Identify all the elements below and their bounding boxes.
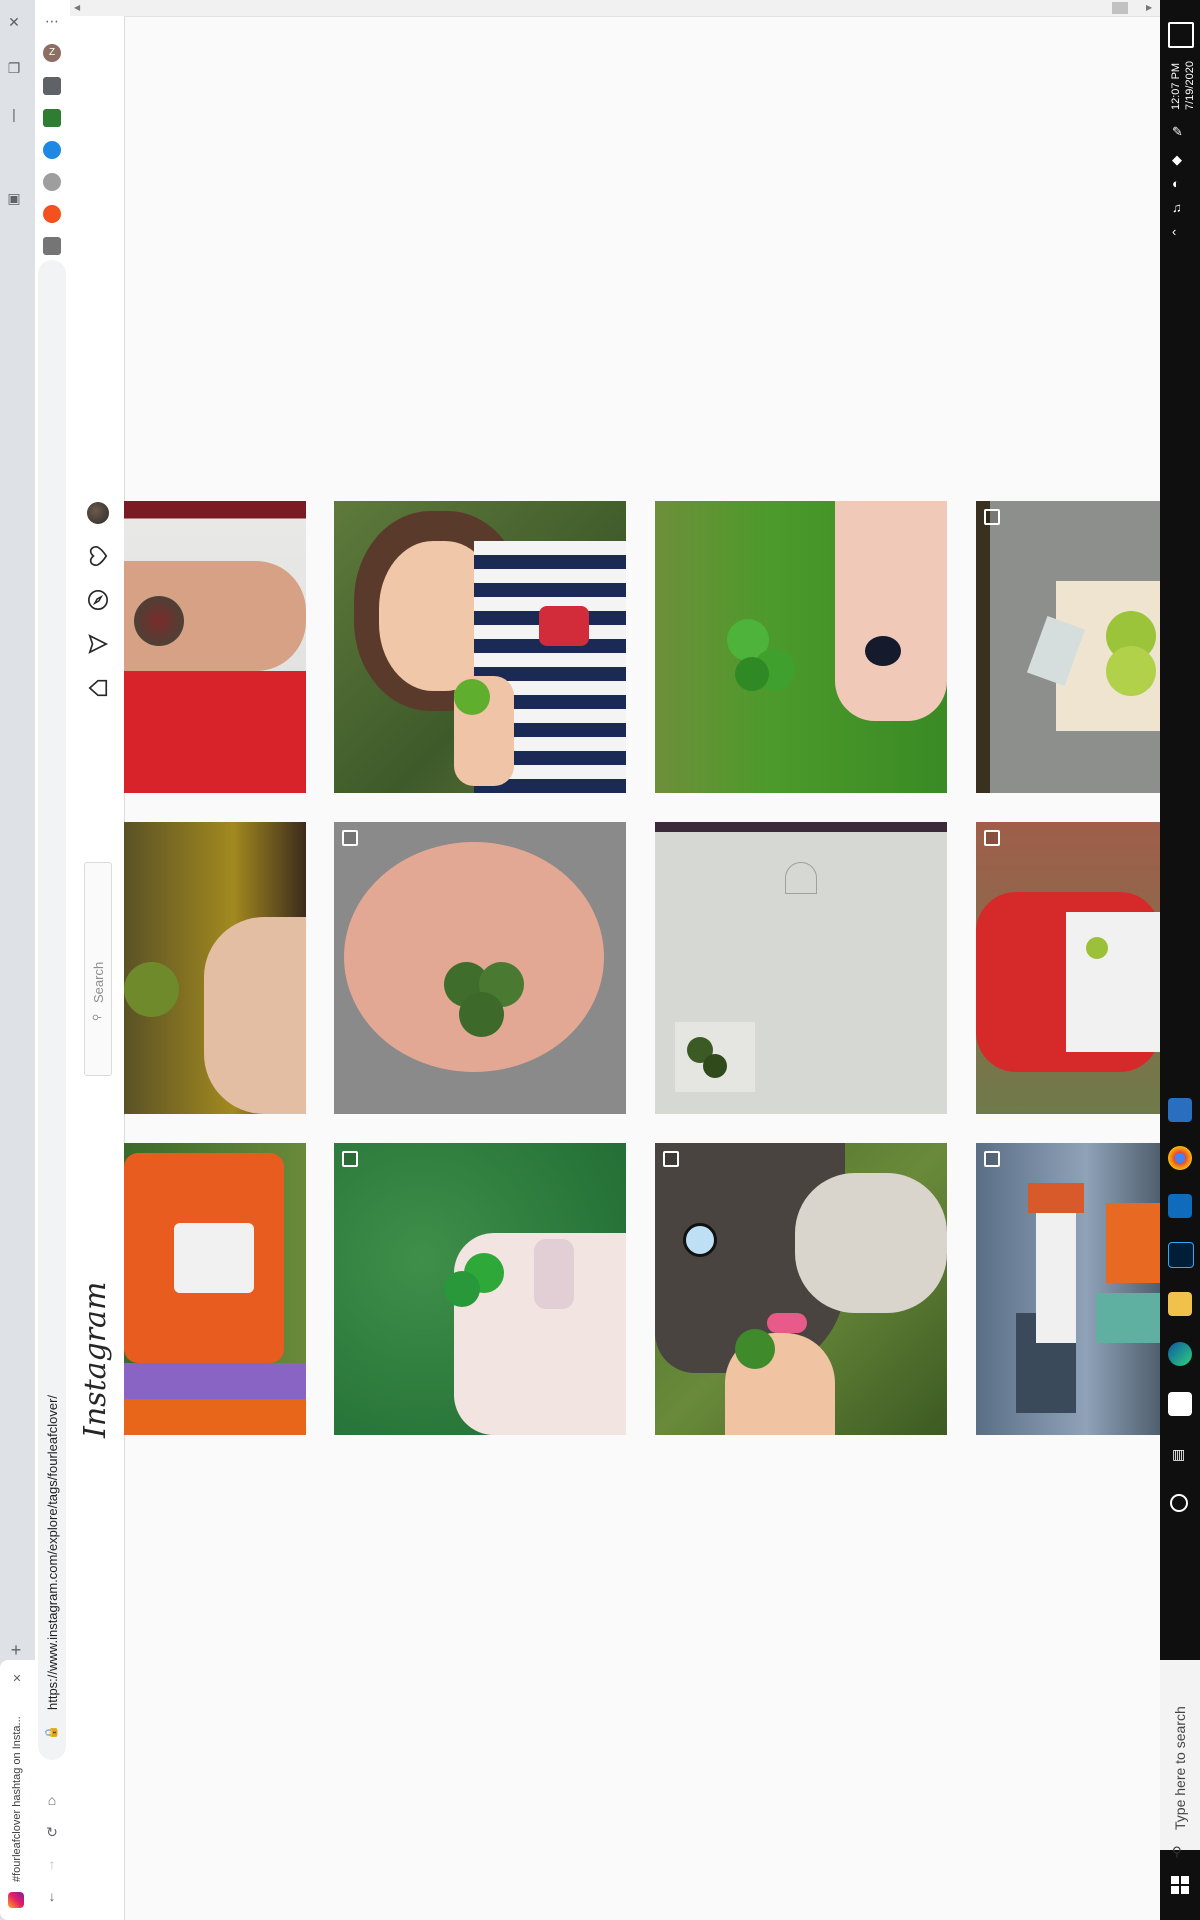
photoshop-icon[interactable]: [1168, 1242, 1194, 1268]
windows-taskbar: 12:07 PM 7/19/2020 ✎ ◆ ◐ ♫ ‹ ▥: [1160, 0, 1200, 1920]
chevron-up-icon[interactable]: ‹: [1172, 224, 1176, 239]
tattoo-art: [134, 596, 184, 646]
extension-g-icon[interactable]: [43, 237, 61, 255]
post-clover-art[interactable]: [976, 501, 1160, 793]
scroll-right-icon[interactable]: ▶: [1146, 3, 1152, 12]
post-clover-grass[interactable]: [655, 501, 947, 793]
taskbar-search-icon: ⚲: [1172, 1844, 1182, 1859]
task-view-icon[interactable]: ▥: [1172, 1446, 1185, 1463]
post-lighthouse[interactable]: [976, 1143, 1160, 1435]
extension-chart-icon[interactable]: [43, 109, 61, 127]
multiple-posts-icon: [984, 509, 1000, 525]
volume-icon[interactable]: ♫: [1172, 200, 1182, 215]
post-girl-clover[interactable]: [334, 501, 626, 793]
address-bar[interactable]: 🔒 https://www.instagram.com/explore/tags…: [38, 260, 66, 1760]
outlook-icon[interactable]: [1168, 1194, 1192, 1218]
multiple-posts-icon: [984, 1151, 1000, 1167]
scroll-left-icon[interactable]: ◀: [74, 3, 80, 12]
clock-date[interactable]: 7/19/2020: [1184, 61, 1196, 110]
tab-active[interactable]: #fourleafclover hashtag on Insta... ✕: [0, 1660, 35, 1920]
multiple-posts-icon: [984, 830, 1000, 846]
back-icon[interactable]: ↓: [40, 1884, 64, 1908]
close-window-icon[interactable]: ✕: [2, 10, 26, 34]
home-icon[interactable]: ⌂: [40, 1788, 64, 1812]
post-husky[interactable]: [655, 1143, 947, 1435]
extensions-icon[interactable]: [43, 77, 61, 95]
profile-avatar-icon[interactable]: Z: [43, 44, 61, 62]
clock-time[interactable]: 12:07 PM: [1170, 63, 1182, 110]
search-placeholder: Search: [91, 961, 106, 1003]
settings-app-icon[interactable]: [1168, 1098, 1192, 1122]
pen-icon[interactable]: ✎: [1172, 124, 1183, 140]
tab-strip: ✕ ❐ | ▣ #fourleafclover hashtag on Insta…: [0, 0, 35, 1920]
post-hand-clover[interactable]: [124, 822, 306, 1114]
extension-orange-icon[interactable]: [43, 205, 61, 223]
search-input[interactable]: Search ⚲: [84, 862, 112, 1076]
post-shoulder-tattoo[interactable]: [334, 822, 626, 1114]
reload-icon[interactable]: ↻: [40, 1820, 64, 1844]
post-chainsaw[interactable]: [124, 1143, 306, 1435]
heart-icon[interactable]: [85, 543, 111, 569]
compass-icon[interactable]: [85, 587, 111, 613]
scroll-thumb[interactable]: [1112, 2, 1128, 14]
cortana-icon[interactable]: [1170, 1494, 1188, 1512]
url-text[interactable]: https://www.instagram.com/explore/tags/f…: [45, 1395, 60, 1710]
multiple-posts-icon: [663, 1151, 679, 1167]
multiple-posts-icon: [342, 1151, 358, 1167]
action-center-icon[interactable]: [1168, 22, 1194, 48]
instagram-favicon-icon: [8, 1892, 24, 1908]
menu-icon[interactable]: ⋯: [40, 9, 64, 33]
home-nav-icon[interactable]: [85, 675, 111, 701]
chrome-icon[interactable]: [1168, 1146, 1192, 1170]
forward-icon[interactable]: ↑: [40, 1852, 64, 1876]
network-icon[interactable]: ◐: [1172, 176, 1180, 191]
multiple-posts-icon: [342, 830, 358, 846]
post-arm-tattoo[interactable]: [124, 501, 306, 793]
restore-window-icon[interactable]: ❐: [2, 56, 26, 80]
minimize-window-icon[interactable]: |: [2, 102, 26, 126]
tab-search-icon[interactable]: ▣: [2, 186, 26, 210]
instagram-logo[interactable]: Instagram: [78, 1282, 113, 1438]
extension-blue-icon[interactable]: [43, 141, 61, 159]
taskbar-search-placeholder: Type here to search: [1172, 1706, 1188, 1830]
dropbox-icon[interactable]: ◆: [1172, 152, 1182, 168]
store-icon[interactable]: [1168, 1392, 1192, 1416]
windows-start-icon[interactable]: [1171, 1876, 1189, 1894]
tab-title: #fourleafclover hashtag on Insta...: [11, 1716, 23, 1882]
horizontal-scrollbar[interactable]: ◀ ▶: [70, 0, 1160, 17]
post-pressed-clover[interactable]: [655, 822, 947, 1114]
taskbar-search-box[interactable]: Type here to search ⚲: [1160, 1660, 1200, 1859]
file-explorer-icon[interactable]: [1168, 1292, 1192, 1316]
close-tab-icon[interactable]: ✕: [5, 1666, 29, 1690]
extension-circle-icon[interactable]: [43, 173, 61, 191]
browser-toolbar: ⋯ Z 🔒 https://www.instagram.com/explore/…: [35, 0, 71, 1920]
new-tab-button[interactable]: +: [4, 1638, 28, 1662]
post-red-jacket[interactable]: [976, 822, 1160, 1114]
direct-icon[interactable]: [85, 631, 111, 657]
avatar[interactable]: [85, 500, 111, 526]
post-clover-fingers[interactable]: [334, 1143, 626, 1435]
clover: [454, 679, 490, 715]
edge-icon[interactable]: [1168, 1342, 1192, 1366]
search-icon: ⚲: [92, 1013, 103, 1021]
lock-icon: 🔒: [44, 1725, 58, 1740]
